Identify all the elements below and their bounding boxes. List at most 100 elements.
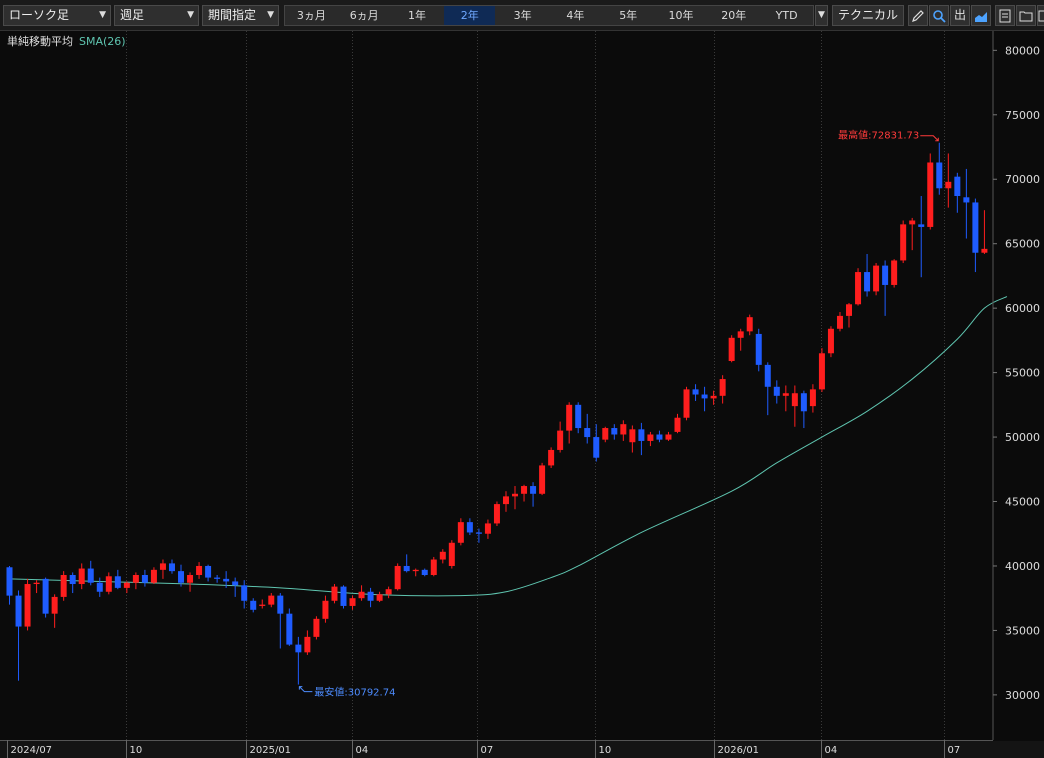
y-tick-label: 80000 — [1005, 44, 1040, 57]
candle-body — [746, 317, 753, 332]
candle-body — [972, 202, 979, 253]
candle-body — [340, 586, 347, 606]
period-more-button[interactable]: ▼ — [815, 5, 828, 26]
period-5[interactable]: 4年 — [550, 6, 601, 25]
candle-body — [448, 542, 455, 566]
period-1[interactable]: 6ヵ月 — [339, 6, 390, 25]
range-mode-dropdown[interactable]: 期間指定 ▼ — [202, 5, 279, 26]
candle-body — [755, 333, 762, 365]
indicator-param: SMA(26) — [79, 35, 126, 48]
high-annotation-arrow — [920, 135, 939, 142]
candle-body — [575, 404, 582, 429]
low-annotation-arrow — [298, 686, 313, 693]
candle-body — [457, 522, 464, 543]
candle-body — [602, 428, 609, 440]
candle-body — [232, 581, 239, 586]
candle-body — [818, 353, 825, 390]
candle-body — [24, 584, 31, 627]
period-7[interactable]: 10年 — [656, 6, 707, 25]
candle-body — [277, 595, 284, 614]
chart-type-dropdown[interactable]: ローソク足 ▼ — [3, 5, 111, 26]
chart-type-label: ローソク足 — [9, 8, 70, 22]
candle-body — [214, 577, 221, 579]
candle-body — [620, 424, 627, 435]
x-tick-label: 2026/01 — [718, 745, 760, 756]
low-annotation: 最安値:30792.74 — [314, 686, 395, 699]
candle-body — [981, 248, 988, 253]
candle-body — [782, 393, 789, 396]
save-icon[interactable] — [995, 5, 1015, 26]
candle-body — [846, 304, 853, 316]
period-9[interactable]: YTD — [761, 6, 812, 25]
candle-body — [737, 331, 744, 338]
candle-body — [791, 393, 798, 407]
candle-body — [710, 395, 717, 399]
candle-body — [800, 393, 807, 412]
candle-body — [891, 260, 898, 285]
interval-dropdown[interactable]: 週足 ▼ — [114, 5, 199, 26]
candle-body — [385, 589, 392, 595]
candle-body — [909, 220, 916, 225]
chevron-down-icon: ▼ — [187, 10, 194, 20]
candle-body — [827, 328, 834, 354]
candle-body — [178, 571, 185, 583]
period-8[interactable]: 20年 — [708, 6, 759, 25]
candle-body — [205, 565, 212, 578]
candlestick-chart[interactable]: 最高値:72831.73 最安値:30792.74 2024/07 10 2025/… — [0, 31, 1044, 758]
x-tick-label: 04 — [356, 745, 369, 756]
candle-body — [665, 434, 672, 440]
candle-body — [322, 600, 329, 619]
candle-body — [439, 551, 446, 560]
candle-body — [412, 569, 419, 572]
window-icon[interactable] — [1037, 5, 1044, 26]
candle-body — [493, 504, 500, 524]
candle-body — [530, 486, 537, 494]
candle-body — [521, 486, 528, 494]
candle-body — [105, 576, 112, 592]
candle-body — [430, 559, 437, 575]
period-6[interactable]: 5年 — [603, 6, 654, 25]
chevron-down-icon: ▼ — [99, 10, 106, 20]
candle-body — [692, 389, 699, 395]
candle-body — [114, 576, 121, 588]
x-axis-band — [0, 741, 1044, 758]
period-0[interactable]: 3ヵ月 — [286, 6, 337, 25]
candle-body — [809, 389, 816, 407]
candle-body — [168, 563, 175, 572]
candle-body — [6, 567, 13, 596]
candle-body — [394, 565, 401, 590]
period-3[interactable]: 2年 — [444, 6, 496, 25]
candle-body — [60, 574, 67, 597]
candle-body — [403, 565, 410, 572]
export-icon[interactable]: 出 — [950, 5, 970, 26]
pencil-icon[interactable] — [908, 5, 928, 26]
candle-body — [304, 636, 311, 653]
candle-body — [629, 429, 636, 443]
period-2[interactable]: 1年 — [392, 6, 443, 25]
candle-body — [268, 595, 275, 605]
period-4[interactable]: 3年 — [497, 6, 548, 25]
candle-body — [566, 404, 573, 431]
period-selector: 3ヵ月 6ヵ月 1年 2年 3年 4年 5年 10年 20年 YTD — [284, 5, 814, 26]
y-tick-label: 35000 — [1005, 624, 1040, 637]
y-tick-label: 40000 — [1005, 560, 1040, 573]
x-tick-label: 2024/07 — [11, 745, 53, 756]
candle-body — [132, 574, 139, 583]
candle-body — [548, 449, 555, 466]
candle-body — [295, 644, 302, 653]
candle-body — [51, 596, 58, 614]
candle-body — [647, 434, 654, 441]
technical-button[interactable]: テクニカル — [832, 5, 904, 26]
candle-body — [358, 591, 365, 599]
candle-body — [584, 428, 591, 438]
chart-style-icon[interactable] — [971, 5, 991, 26]
range-mode-label: 期間指定 — [208, 8, 257, 22]
candle-body — [33, 582, 40, 585]
candle-body — [69, 574, 76, 585]
candle-body — [87, 568, 94, 583]
candle-body — [250, 600, 257, 610]
zoom-icon[interactable] — [929, 5, 949, 26]
folder-icon[interactable] — [1016, 5, 1036, 26]
candle-body — [773, 386, 780, 396]
x-tick-label: 04 — [825, 745, 838, 756]
